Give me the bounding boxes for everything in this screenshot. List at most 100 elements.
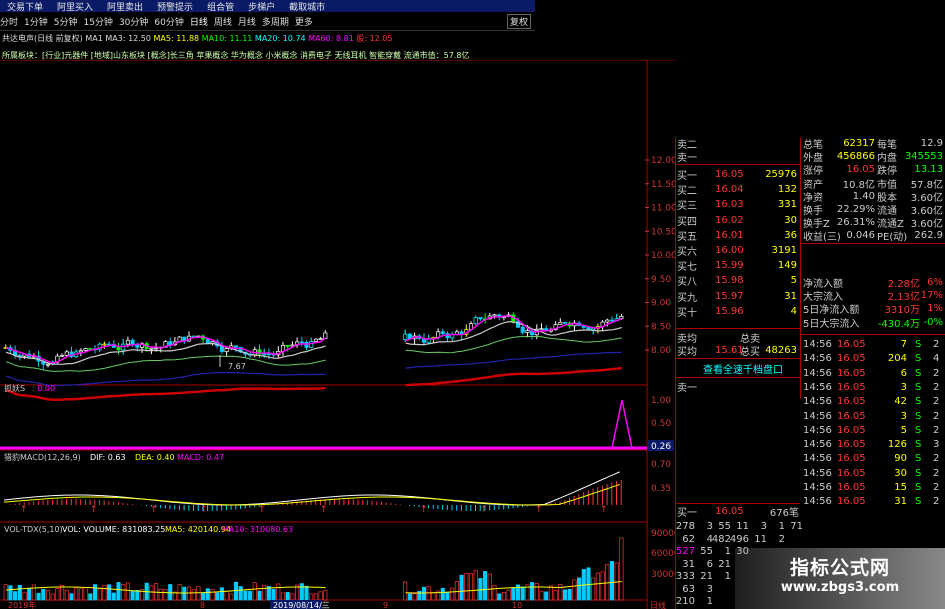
volume-bar (201, 592, 206, 601)
volume-bar (609, 561, 615, 601)
queue-cell-4-0: 333 (675, 571, 695, 582)
stat-value-2: 16.05 (846, 164, 875, 176)
tick-volume-1: 204 (887, 353, 907, 365)
panel2-marker: 0.26 (651, 442, 671, 452)
menu-item-2[interactable]: 阿里卖出 (107, 0, 143, 13)
volume-bar (31, 584, 36, 601)
candle-body (562, 321, 568, 324)
candle-body (313, 338, 318, 342)
bid-volume-0: 25976 (765, 169, 797, 180)
tick-price-0: 16.05 (837, 339, 866, 350)
menu-item-5[interactable]: 步梯户 (248, 0, 275, 13)
volume-bar (544, 591, 549, 601)
volume-bar (205, 588, 210, 601)
volume-bar (233, 581, 239, 601)
tick-count-6: 2 (933, 424, 940, 436)
volume-bar (97, 588, 102, 601)
menu-item-1[interactable]: 阿里买入 (57, 0, 93, 13)
volume-bar (600, 571, 605, 601)
queue-cell-2-2: 1 (724, 546, 731, 557)
candle-body (558, 321, 563, 326)
adjust-button[interactable]: 复权 (506, 14, 531, 29)
timeframe-1[interactable]: 1分钟 (24, 15, 48, 28)
tick-time-2: 14:56 (803, 367, 832, 379)
tick-volume-11: 31 (894, 496, 907, 508)
volume-bar (116, 582, 121, 601)
volume-bar (182, 586, 187, 601)
volume-bar (539, 590, 544, 601)
stat-flow-separator (800, 243, 945, 244)
bid-label-7: 买八 (677, 277, 697, 289)
timeframe-7[interactable]: 周线 (214, 15, 232, 28)
candle-body (605, 319, 610, 323)
price-tick-7: 8.50 (651, 322, 671, 332)
tick-time-8: 14:56 (803, 453, 832, 465)
bid-volume-3: 30 (784, 214, 797, 226)
macd-axis-0: 0.70 (651, 460, 671, 470)
bid-label-1: 买二 (677, 186, 697, 198)
bid-volume-2: 331 (777, 199, 797, 211)
buy1-price: 16.05 (715, 506, 744, 517)
candle-body (586, 327, 591, 331)
queue-cell-0-6: 71 (790, 521, 803, 532)
volume-bar (149, 585, 154, 601)
tick-volume-3: 3 (900, 381, 907, 393)
timeframe-4[interactable]: 30分钟 (119, 15, 148, 28)
candle-body (539, 328, 544, 330)
flow-pct-3: -0% (923, 316, 943, 328)
ma10-value: MA10: 11.11 (201, 34, 253, 43)
stat-value-1: 456866 (836, 151, 875, 163)
timeframe-0[interactable]: 分时 (0, 15, 18, 28)
timeframe-3[interactable]: 15分钟 (83, 15, 112, 28)
bid-volume-8: 31 (784, 290, 797, 302)
timeframe-10[interactable]: 更多 (295, 15, 313, 28)
stock-title: 共达电声(日线 前复权) (2, 34, 83, 43)
volume-bar (168, 584, 173, 601)
volume-bar (567, 588, 572, 601)
volume-bar (158, 588, 163, 601)
stat-value-4: 1.40 (852, 190, 875, 202)
queue-cell-4-2: 1 (724, 571, 731, 582)
kline-chart[interactable]: 12.00 11.50 11.00 10.50 10.00 9.50 9.00 8.50 8.0… (0, 60, 675, 609)
full-book-button[interactable]: 查看全速千档盘口 (703, 362, 783, 376)
menu-item-6[interactable]: 截取城市 (289, 0, 325, 13)
stat-value-7: 0.046 (846, 230, 875, 242)
vol-value: VOL: VOLUME: 831083.25 (62, 525, 165, 534)
queue-cell-1-5: 2 (778, 533, 785, 545)
volume-bar (135, 590, 140, 601)
low-label: 7.67 (228, 362, 246, 371)
tick-price-2: 16.05 (837, 367, 866, 379)
volume-bar (309, 593, 314, 601)
bid-price-9: 15.96 (715, 305, 744, 317)
volume-bar (591, 577, 596, 601)
volume-bar (619, 537, 624, 601)
vol-ma10: MA10: 310080.63 (222, 525, 293, 534)
extra-value: 股: 12.05 (356, 34, 393, 43)
candle-body (149, 347, 154, 350)
timeframe-9[interactable]: 多周期 (262, 15, 289, 28)
timeframe-6[interactable]: 日线 (190, 15, 208, 28)
candle-body (45, 363, 51, 366)
tick-volume-7: 126 (887, 439, 907, 451)
timeframe-2[interactable]: 5分钟 (54, 15, 78, 28)
timeframe-5[interactable]: 60分钟 (154, 15, 183, 28)
menu-item-0[interactable]: 交易下单 (7, 0, 43, 13)
volume-bar (50, 593, 55, 601)
volume-bar (473, 570, 478, 601)
menu-item-3[interactable]: 预警提示 (157, 0, 193, 13)
bid-price-3: 16.02 (715, 214, 744, 226)
bid-label-6: 买七 (677, 262, 697, 274)
ma60-line (5, 366, 622, 402)
bid-price-7: 15.98 (715, 275, 744, 287)
menu-item-4[interactable]: 组合管 (207, 0, 234, 13)
tick-count-1: 4 (933, 353, 940, 365)
tick-time-0: 14:56 (803, 339, 832, 350)
bid-price-2: 16.03 (715, 199, 744, 211)
bid-volume-5: 3191 (771, 245, 797, 256)
tick-time-7: 14:56 (803, 439, 832, 451)
candle-body (83, 348, 88, 351)
tick-time-3: 14:56 (803, 381, 832, 393)
tick-price-9: 16.05 (837, 467, 866, 479)
timeframe-8[interactable]: 月线 (238, 15, 256, 28)
volume-bar (450, 587, 455, 601)
